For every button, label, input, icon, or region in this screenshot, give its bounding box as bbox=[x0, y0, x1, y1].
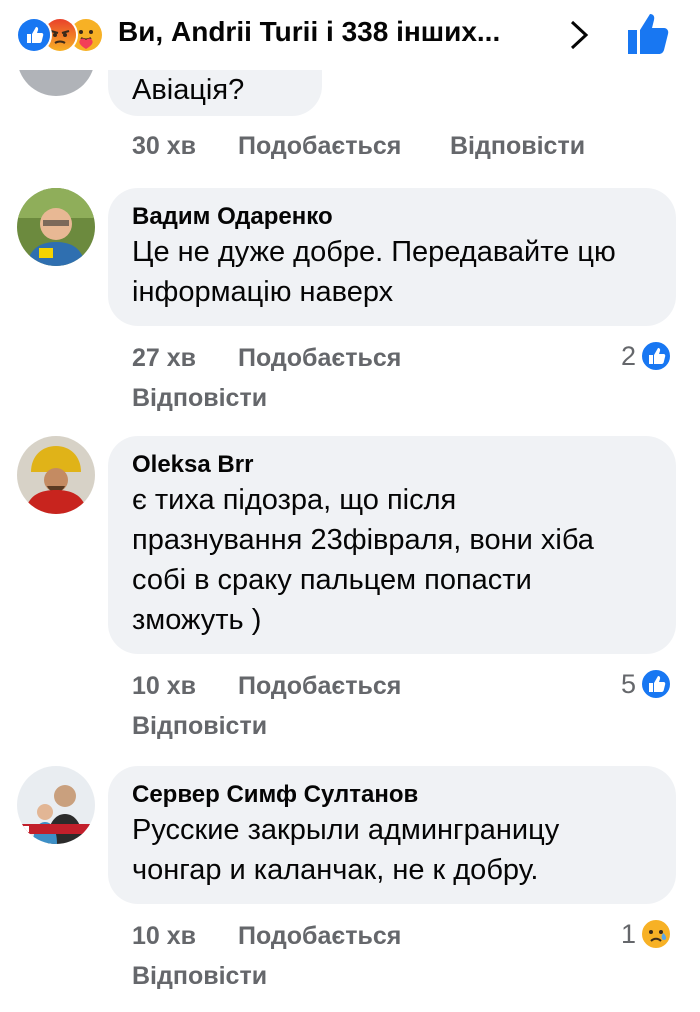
like-icon[interactable] bbox=[624, 10, 672, 58]
reaction-count-value: 1 bbox=[621, 918, 637, 949]
comment-author[interactable]: Oleksa Brr bbox=[132, 450, 652, 480]
like-icon bbox=[640, 340, 673, 372]
reactions-summary-text[interactable]: Ви, Andrii Turii і 338 інших... bbox=[118, 16, 500, 48]
like-icon bbox=[640, 668, 673, 700]
comment-author[interactable]: Вадим Одаренко bbox=[132, 202, 652, 232]
avatar[interactable] bbox=[17, 436, 95, 514]
like-link[interactable]: Подобається bbox=[238, 132, 401, 161]
comment-time[interactable]: 27 хв bbox=[132, 344, 196, 373]
comment-text-line: Русские закрыли админграницу bbox=[132, 814, 560, 846]
comment-bubble[interactable]: Oleksa Brr є тиха підозра, що після праз… bbox=[108, 436, 676, 654]
reply-link[interactable]: Відповісти bbox=[132, 712, 267, 741]
like-link[interactable]: Подобається bbox=[238, 922, 401, 951]
comment-text-line: зможуть ) bbox=[132, 604, 262, 636]
comment-text-line: інформацію наверх bbox=[132, 276, 394, 308]
comment-author[interactable]: Сервер Симф Султанов bbox=[132, 780, 652, 810]
comment-time[interactable]: 10 хв bbox=[132, 922, 196, 951]
comment-text-line: собі в сраку пальцем попасти bbox=[132, 564, 532, 596]
comment-bubble[interactable]: Сервер Симф Султанов Русские закрыли адм… bbox=[108, 766, 676, 904]
comment-text: Авіація? bbox=[132, 74, 245, 106]
reaction-count[interactable]: 2 bbox=[621, 340, 673, 372]
comment-bubble[interactable]: Вадим Одаренко Це не дуже добре. Передав… bbox=[108, 188, 676, 326]
reaction-summary[interactable] bbox=[16, 17, 112, 53]
like-link[interactable]: Подобається bbox=[238, 344, 401, 373]
reaction-count-value: 5 bbox=[621, 668, 637, 699]
reply-link[interactable]: Відповісти bbox=[450, 132, 585, 161]
like-link[interactable]: Подобається bbox=[238, 672, 401, 701]
comment-text-line: Це не дуже добре. Передавайте цю bbox=[132, 236, 616, 268]
reaction-count[interactable]: 1 bbox=[621, 918, 673, 950]
reaction-count[interactable]: 5 bbox=[621, 668, 673, 700]
reply-link[interactable]: Відповісти bbox=[132, 962, 267, 991]
comment-time[interactable]: 10 хв bbox=[132, 672, 196, 701]
reaction-count-value: 2 bbox=[621, 340, 637, 371]
chevron-right-icon[interactable] bbox=[566, 18, 592, 52]
comment-text-line: празнування 23фівраля, вони хіба bbox=[132, 524, 594, 556]
comment-text-line: чонгар и каланчак, не к добру. bbox=[132, 854, 539, 886]
comment-time[interactable]: 30 хв bbox=[132, 132, 196, 161]
sad-icon bbox=[640, 918, 673, 950]
comment-text-line: є тиха підозра, що після bbox=[132, 484, 457, 516]
avatar[interactable] bbox=[17, 766, 95, 844]
reply-link[interactable]: Відповісти bbox=[132, 384, 267, 413]
avatar[interactable] bbox=[17, 188, 95, 266]
like-icon bbox=[16, 17, 52, 53]
reactions-header[interactable]: Ви, Andrii Turii і 338 інших... bbox=[0, 0, 700, 70]
